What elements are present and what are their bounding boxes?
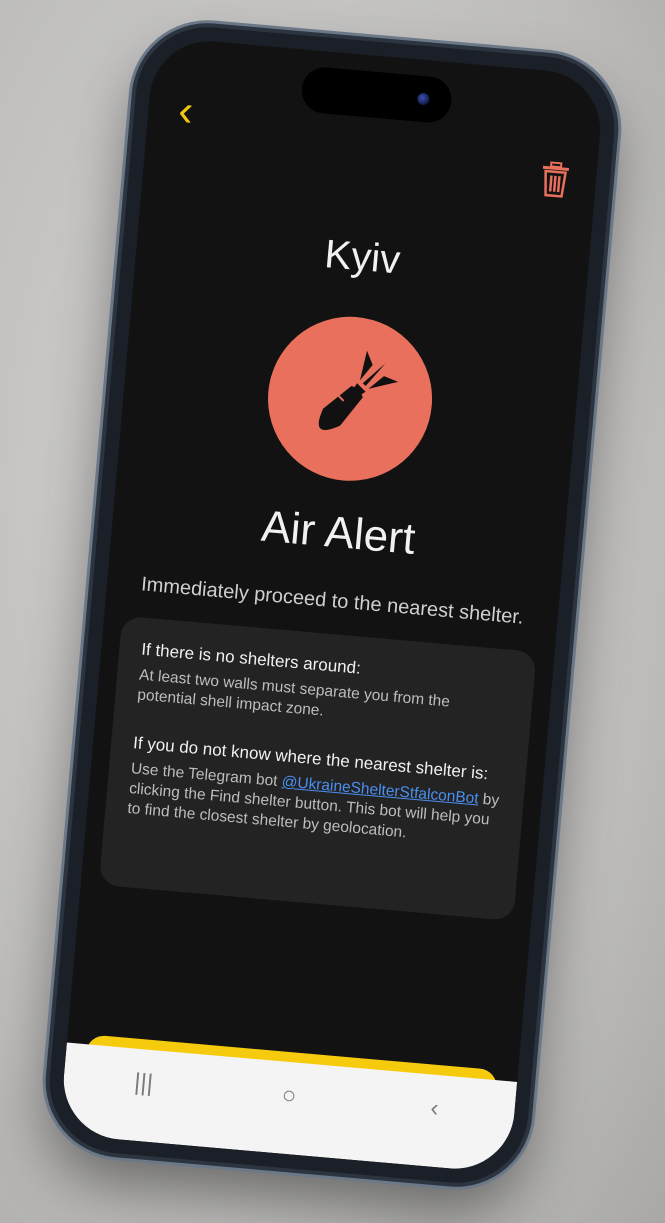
dynamic-island: [299, 65, 454, 125]
bomb-icon: [318, 350, 399, 430]
alert-icon-circle: [261, 309, 439, 488]
back-icon[interactable]: ‹: [403, 1086, 466, 1131]
info-card: If there is no shelters around: At least…: [98, 615, 537, 921]
home-icon[interactable]: ○: [257, 1074, 320, 1119]
city-title: Kyiv: [322, 232, 402, 283]
system-nav-bar: ||| ○ ‹: [58, 1042, 518, 1174]
phone-screen: ‹ Kyiv Air Alert Immediately proceed to …: [58, 36, 606, 1174]
background: ‹ Kyiv Air Alert Immediately proceed to …: [0, 0, 665, 1223]
recents-icon[interactable]: |||: [112, 1061, 175, 1106]
alert-title: Air Alert: [259, 501, 418, 564]
phone-frame: ‹ Kyiv Air Alert Immediately proceed to …: [43, 21, 621, 1189]
trash-icon[interactable]: [538, 161, 571, 199]
camera-icon: [416, 92, 430, 106]
chevron-left-icon[interactable]: ‹: [176, 86, 220, 136]
